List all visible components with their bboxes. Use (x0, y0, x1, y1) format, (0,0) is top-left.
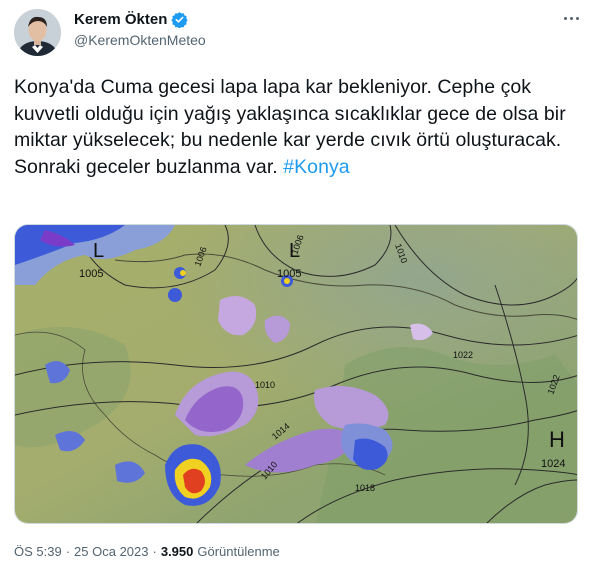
tweet-meta: ÖS 5:39 · 25 Oca 2023 · 3.950 Görüntülen… (14, 544, 280, 559)
weather-map: L 1005 L 1005 H 1024 1006 1006 1010 1010… (15, 225, 577, 523)
author-name[interactable]: Kerem Ökten (74, 11, 167, 28)
author-name-row[interactable]: Kerem Ökten (74, 11, 189, 28)
views-label: Görüntülenme (197, 544, 280, 559)
isobar-label: 1022 (453, 350, 473, 360)
low-pressure-label-1: L (93, 240, 104, 262)
isobar-label: 1010 (255, 380, 275, 390)
tweet-text: Konya'da Cuma gecesi lapa lapa kar bekle… (14, 74, 584, 180)
pressure-value-2: 1005 (277, 268, 301, 280)
hashtag-link[interactable]: #Konya (283, 156, 349, 178)
tweet-date[interactable]: 25 Oca 2023 (74, 544, 148, 559)
avatar[interactable] (14, 9, 61, 56)
author-handle[interactable]: @KeremOktenMeteo (74, 32, 206, 48)
avatar-image (14, 9, 61, 56)
pressure-value-3: 1024 (541, 458, 565, 470)
verified-badge-icon (171, 11, 189, 28)
meta-separator: · (152, 544, 157, 559)
isobar-label: 1018 (355, 483, 375, 493)
pressure-value-1: 1005 (79, 268, 103, 280)
tweet-time[interactable]: ÖS 5:39 (14, 544, 62, 559)
more-options-icon[interactable] (560, 12, 582, 24)
weather-map-image[interactable]: L 1005 L 1005 H 1024 1006 1006 1010 1010… (14, 224, 578, 524)
meta-separator: · (65, 544, 71, 559)
views-count: 3.950 (160, 544, 194, 559)
high-pressure-label: H (549, 427, 565, 452)
